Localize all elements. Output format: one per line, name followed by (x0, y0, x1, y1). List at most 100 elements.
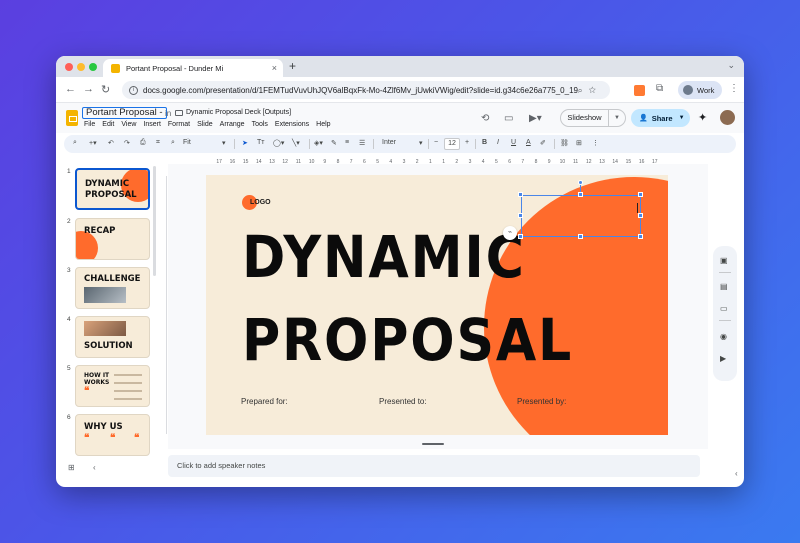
share-button[interactable]: 👤 Share ▼ (631, 109, 690, 127)
resize-handle[interactable] (518, 234, 523, 239)
border-dash-icon[interactable]: ☰ (359, 139, 365, 147)
menu-file[interactable]: File (84, 121, 95, 128)
folder-icon[interactable] (175, 110, 183, 116)
redo-icon[interactable]: ↷ (124, 139, 130, 147)
record-icon[interactable]: ◉ (720, 332, 727, 341)
more-options-icon[interactable]: ⋮ (592, 139, 599, 147)
slide-thumbnail-4[interactable]: SOLUTION (75, 316, 150, 358)
resize-handle[interactable] (518, 192, 523, 197)
menu-tools[interactable]: Tools (252, 121, 268, 128)
slideshow-dropdown-icon[interactable]: ▼ (609, 115, 625, 121)
collapse-filmstrip-icon[interactable]: ‹ (93, 463, 96, 472)
smart-chip-icon[interactable]: ⌁ (503, 226, 517, 240)
resize-handle[interactable] (638, 192, 643, 197)
zoom-and-bookmark-icons[interactable]: ⌕☆ (578, 85, 602, 96)
selected-text-box[interactable] (521, 195, 641, 237)
slide-thumbnail-3[interactable]: CHALLENGE (75, 267, 150, 309)
presented-to-label[interactable]: Presented to: (379, 397, 427, 406)
back-arrow-icon[interactable]: ← (65, 83, 76, 95)
expand-panel-icon[interactable]: ‹ (735, 469, 738, 478)
video-panel-icon[interactable]: ▶ (720, 354, 726, 363)
link-icon[interactable]: ⛓ (560, 139, 569, 147)
keep-notes-icon[interactable]: ▤ (720, 282, 728, 291)
folder-panel-icon[interactable]: ▭ (720, 304, 728, 313)
resize-handle[interactable] (578, 192, 583, 197)
slide-thumbnail-5[interactable]: HOW IT WORKS ❝ (75, 365, 150, 407)
select-arrow-icon[interactable]: ➤ (242, 139, 248, 147)
underline-button[interactable]: U (511, 139, 516, 146)
font-dropdown-icon[interactable]: ▾ (419, 139, 423, 147)
resize-handle[interactable] (638, 234, 643, 239)
font-size-input[interactable]: 12 (444, 138, 460, 150)
browser-tab[interactable]: Portant Proposal - Dunder Mi × (103, 59, 283, 77)
presented-by-label[interactable]: Presented by: (517, 397, 566, 406)
minimize-window-button[interactable] (77, 63, 85, 71)
highlight-icon[interactable]: ✐ (540, 139, 546, 147)
tab-search-chevron-icon[interactable]: ⌄ (727, 60, 735, 71)
paint-format-icon[interactable]: ⌗ (156, 139, 160, 147)
menu-extensions[interactable]: Extensions (275, 121, 309, 128)
gemini-sparkle-icon[interactable]: ✦ (698, 111, 707, 124)
new-slide-icon[interactable]: +▾ (89, 139, 97, 147)
border-weight-icon[interactable]: ≡ (345, 139, 349, 146)
filmstrip-scrollbar[interactable] (153, 166, 156, 276)
slide-thumbnail-6[interactable]: WHY US ❝ ❝ ❝ (75, 414, 150, 456)
profile-button[interactable]: Work (678, 81, 722, 99)
zoom-icon[interactable]: ⌕ (171, 139, 175, 147)
text-color-button[interactable]: A (526, 139, 531, 146)
close-tab-icon[interactable]: × (272, 63, 277, 73)
border-color-icon[interactable]: ✎ (331, 139, 337, 147)
forward-arrow-icon[interactable]: → (83, 83, 94, 95)
decrease-font-icon[interactable]: − (434, 139, 438, 146)
share-dropdown-icon[interactable]: ▼ (679, 115, 685, 121)
text-box-icon[interactable]: Tт (257, 139, 264, 146)
slide-thumbnail-1[interactable]: DYNAMIC PROPOSAL (75, 168, 150, 210)
slide-canvas[interactable]: LOGO DYNAMIC PROPOSAL Prepared for: Pres… (206, 175, 668, 435)
close-window-button[interactable] (65, 63, 73, 71)
grid-view-icon[interactable]: ⊞ (68, 463, 75, 472)
slides-logo-icon[interactable] (66, 110, 78, 126)
rotate-handle[interactable] (578, 180, 583, 185)
site-info-icon[interactable]: i (129, 85, 138, 95)
resize-handle[interactable] (578, 234, 583, 239)
menu-edit[interactable]: Edit (102, 121, 114, 128)
menu-help[interactable]: Help (316, 121, 330, 128)
print-icon[interactable]: ⎙ (140, 139, 146, 147)
new-tab-button[interactable]: + (289, 59, 296, 73)
prepared-for-label[interactable]: Prepared for: (241, 397, 288, 406)
portant-extension-icon[interactable] (634, 85, 645, 96)
notes-resize-grabber[interactable] (422, 443, 444, 445)
address-bar[interactable]: i docs.google.com/presentation/d/1FEMTud… (122, 81, 610, 99)
slide-thumbnail-2[interactable]: RECAP (75, 218, 150, 260)
menu-arrange[interactable]: Arrange (220, 121, 245, 128)
logo-text[interactable]: LOGO (250, 199, 271, 206)
fill-color-icon[interactable]: ◈▾ (314, 139, 323, 147)
shape-icon[interactable]: ◯▾ (273, 139, 284, 147)
slide-title-line-1[interactable]: DYNAMIC (242, 225, 526, 289)
menu-view[interactable]: View (121, 121, 136, 128)
slides-panel-icon[interactable]: ▣ (720, 256, 728, 265)
resize-handle[interactable] (518, 213, 523, 218)
document-title-input[interactable]: Portant Proposal - (82, 107, 167, 119)
maximize-window-button[interactable] (89, 63, 97, 71)
extensions-puzzle-icon[interactable]: ⧉ (656, 83, 663, 94)
slide-title-line-2[interactable]: PROPOSAL (242, 308, 573, 372)
reload-icon[interactable]: ↻ (101, 83, 110, 96)
italic-button[interactable]: I (497, 139, 499, 146)
menu-slide[interactable]: Slide (197, 121, 213, 128)
folder-name-link[interactable]: Dynamic Proposal Deck [Outputs] (186, 109, 291, 116)
comments-icon[interactable]: ▭ (504, 113, 513, 124)
undo-icon[interactable]: ↶ (108, 139, 114, 147)
user-avatar[interactable] (720, 110, 735, 125)
bold-button[interactable]: B (482, 139, 487, 146)
zoom-dropdown-icon[interactable]: ▾ (222, 139, 226, 147)
font-select[interactable]: Inter (382, 139, 396, 146)
slideshow-button[interactable]: Slideshow ▼ (560, 109, 626, 127)
line-icon[interactable]: ╲▾ (292, 139, 300, 147)
version-history-icon[interactable]: ⟲ (481, 113, 489, 124)
resize-handle[interactable] (638, 213, 643, 218)
zoom-select[interactable]: Fit (183, 139, 191, 146)
speaker-notes-input[interactable]: Click to add speaker notes (168, 455, 700, 477)
search-menus-icon[interactable]: ⌕ (73, 139, 77, 147)
menu-insert[interactable]: Insert (143, 121, 161, 128)
